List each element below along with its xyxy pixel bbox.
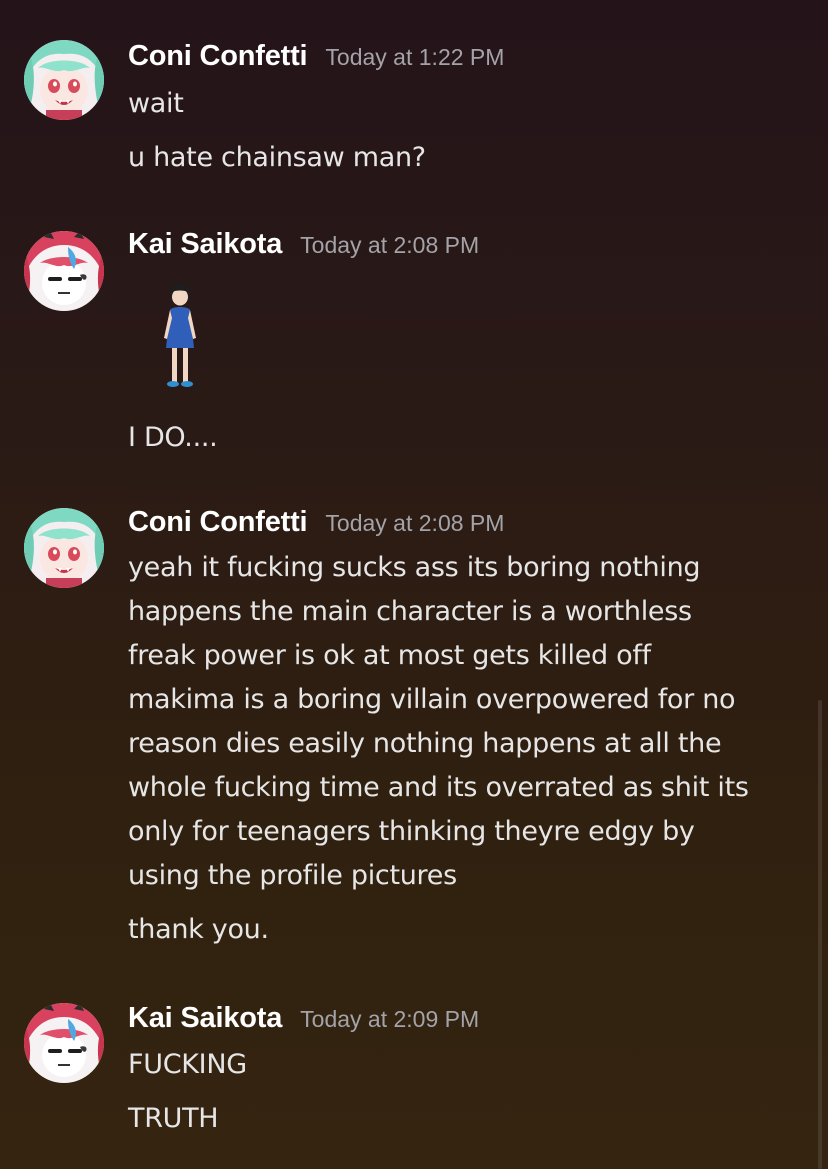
avatar-kai-saikota[interactable] — [24, 1003, 104, 1083]
message-text-line: freak power is ok at most gets killed of… — [128, 640, 651, 671]
anime-girl-green-hair-avatar-icon — [24, 508, 104, 588]
message-text-line: yeah it fucking sucks ass its boring not… — [128, 552, 701, 583]
chat-message-list[interactable]: Coni Confetti Today at 1:22 PM wait u ha… — [0, 0, 828, 1169]
message-timestamp: Today at 2:09 PM — [300, 1006, 480, 1032]
message-text-line: reason dies easily nothing happens at al… — [128, 728, 722, 759]
message-text: u hate chainsaw man? — [128, 142, 426, 173]
message-text: thank you. — [128, 914, 269, 945]
author-name[interactable]: Coni Confetti — [128, 40, 308, 73]
message-header: Kai Saikota Today at 2:09 PM — [128, 1002, 479, 1035]
anime-girl-red-hair-avatar-icon — [24, 231, 104, 311]
message-text-line: using the profile pictures — [128, 860, 457, 891]
message-text-line: makima is a boring villain overpowered f… — [128, 684, 736, 715]
anime-girl-green-hair-avatar-icon — [24, 40, 104, 120]
message-text: yeah it fucking sucks ass its boring not… — [128, 546, 808, 898]
message-timestamp: Today at 2:08 PM — [325, 510, 505, 536]
message-text: I DO.... — [128, 422, 218, 453]
message-timestamp: Today at 1:22 PM — [325, 44, 505, 70]
author-name[interactable]: Kai Saikota — [128, 228, 282, 261]
message-header: Coni Confetti Today at 2:08 PM — [128, 506, 504, 539]
avatar-coni-confetti[interactable] — [24, 508, 104, 588]
avatar-kai-saikota[interactable] — [24, 231, 104, 311]
message-header: Kai Saikota Today at 2:08 PM — [128, 228, 479, 261]
scrollbar[interactable] — [818, 700, 822, 1169]
standing-woman-emoji-icon — [150, 282, 210, 392]
message-text-line: whole fucking time and its overrated as … — [128, 772, 749, 803]
message-text: TRUTH — [128, 1103, 219, 1134]
author-name[interactable]: Coni Confetti — [128, 506, 308, 539]
message-text-line: only for teenagers thinking theyre edgy … — [128, 816, 695, 847]
avatar-coni-confetti[interactable] — [24, 40, 104, 120]
message-timestamp: Today at 2:08 PM — [300, 232, 480, 258]
message-header: Coni Confetti Today at 1:22 PM — [128, 40, 504, 73]
message-text-line: happens the main character is a worthles… — [128, 596, 692, 627]
message-text: wait — [128, 88, 184, 119]
message-text: FUCKING — [128, 1049, 247, 1080]
author-name[interactable]: Kai Saikota — [128, 1002, 282, 1035]
anime-girl-red-hair-avatar-icon — [24, 1003, 104, 1083]
